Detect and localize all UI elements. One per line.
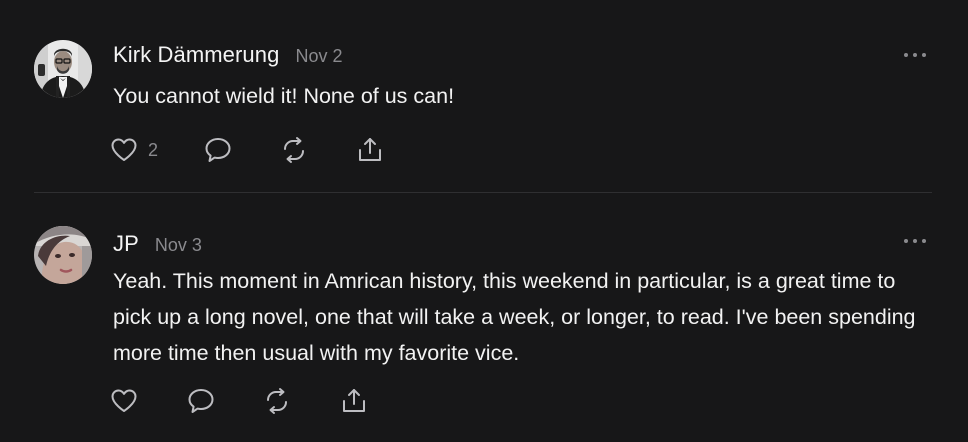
like-count: 2 (148, 139, 159, 160)
avatar-image (34, 40, 92, 98)
more-dot (904, 53, 908, 57)
share-icon (359, 138, 381, 161)
comment-text: You cannot wield it! None of us can! (113, 84, 455, 108)
avatar[interactable] (34, 226, 92, 284)
author-name[interactable]: Kirk Dämmerung (113, 42, 279, 68)
heart-icon (111, 389, 137, 412)
author-name[interactable]: JP (113, 231, 139, 257)
avatar[interactable] (34, 40, 92, 98)
comment-icon (188, 389, 214, 413)
like-button[interactable] (110, 385, 148, 417)
more-dot (922, 53, 926, 57)
repost-button[interactable] (263, 385, 291, 417)
comment-item: Kirk Dämmerung Nov 2 You cannot wield it… (0, 0, 968, 192)
comment-date[interactable]: Nov 2 (295, 46, 342, 67)
repost-button[interactable] (280, 134, 308, 166)
share-button[interactable] (340, 385, 368, 417)
avatar-image (34, 226, 92, 284)
comment-header: JP Nov 3 (113, 231, 202, 257)
more-dot (913, 53, 917, 57)
more-options-button[interactable] (904, 51, 926, 59)
comment-icon (205, 138, 231, 162)
reply-button[interactable] (187, 385, 215, 417)
repost-icon (267, 388, 287, 414)
more-dot (913, 239, 917, 243)
comment-text: Yeah. This moment in Amrican history, th… (113, 269, 916, 365)
like-button[interactable]: 2 (110, 134, 158, 166)
comment-date[interactable]: Nov 3 (155, 235, 202, 256)
comment-header: Kirk Dämmerung Nov 2 (113, 42, 342, 68)
heart-icon (111, 138, 137, 161)
more-dot (922, 239, 926, 243)
more-dot (904, 239, 908, 243)
comment-item: JP Nov 3 Yeah. This moment in Amrican hi… (0, 193, 968, 442)
share-icon (343, 389, 365, 412)
share-button[interactable] (356, 134, 384, 166)
more-options-button[interactable] (904, 237, 926, 245)
comment-feed: Kirk Dämmerung Nov 2 You cannot wield it… (0, 0, 968, 442)
repost-icon (284, 137, 304, 163)
reply-button[interactable] (204, 134, 232, 166)
